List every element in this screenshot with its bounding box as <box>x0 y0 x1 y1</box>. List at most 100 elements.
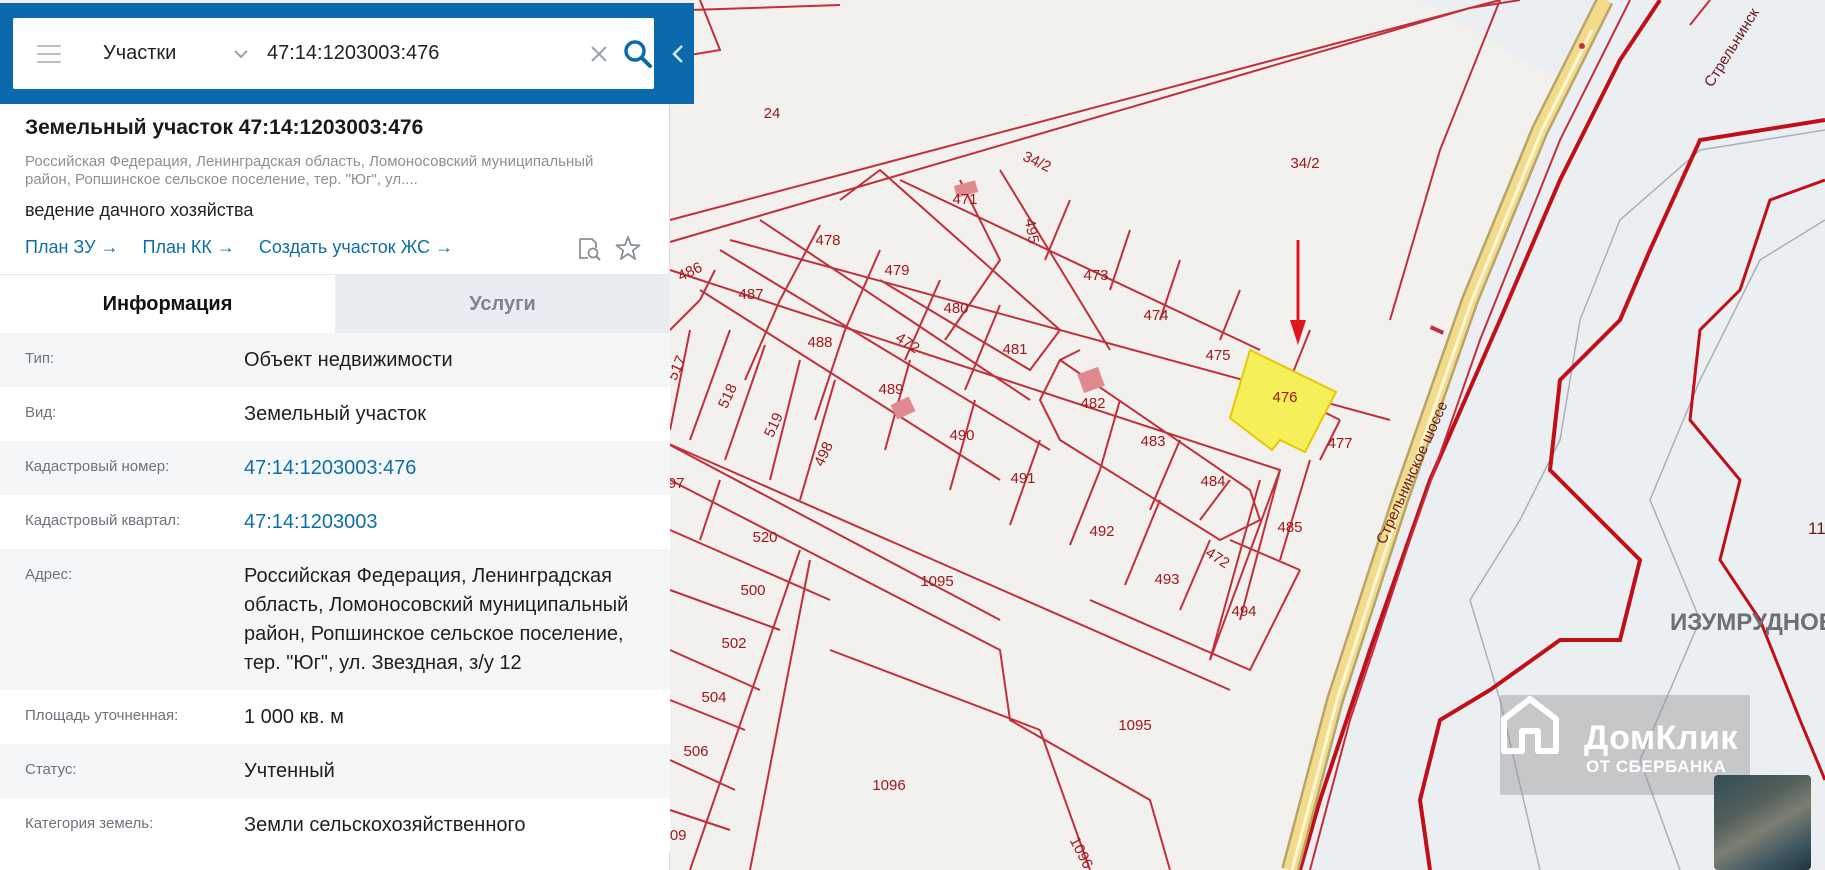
tab-info[interactable]: Информация <box>0 275 335 333</box>
info-row-type: Тип: Объект недвижимости <box>0 333 670 387</box>
edge-label: 11 <box>1808 519 1825 538</box>
chevron-down-icon[interactable] <box>233 46 249 62</box>
info-table: Тип: Объект недвижимости Вид: Земельный … <box>0 333 670 852</box>
info-key: Статус: <box>25 761 77 778</box>
object-card-panel: Земельный участок 47:14:1203003:476 Росс… <box>0 104 670 870</box>
plot-label: 481 <box>1002 341 1027 358</box>
info-row-land-category: Категория земель: Земли сельскохозяйстве… <box>0 798 670 852</box>
cadastral-number-link[interactable]: 47:14:1203003:476 <box>244 441 416 495</box>
search-icon[interactable] <box>623 39 653 69</box>
info-key: Адрес: <box>25 566 73 583</box>
info-value: Земельный участок <box>244 403 427 425</box>
info-value: Объект недвижимости <box>244 349 453 371</box>
plot-label: 500 <box>740 582 765 599</box>
info-key: Тип: <box>25 350 55 367</box>
plot-label: 519 <box>761 410 787 440</box>
card-address: Российская Федерация, Ленинградская обла… <box>25 153 594 188</box>
plot-label: 518 <box>715 381 741 411</box>
area-label: ИЗУМРУДНОЕ <box>1670 609 1825 636</box>
plot-label: 475 <box>1205 347 1230 364</box>
info-row-kind: Вид: Земельный участок <box>0 387 670 441</box>
plot-label: 1095 <box>1118 717 1151 734</box>
plot-label: 506 <box>683 743 708 760</box>
info-value: Учтенный <box>244 760 335 782</box>
search-input[interactable] <box>267 42 577 65</box>
plan-kk-link[interactable]: План КК → <box>143 237 235 258</box>
info-key: Категория земель: <box>25 815 154 832</box>
plot-label: 487 <box>738 286 763 303</box>
plot-label: 34/2 <box>1020 148 1054 176</box>
search-bar: Участки <box>0 3 694 104</box>
create-plot-label: Создать участок ЖС <box>258 237 431 257</box>
plot-label: 489 <box>878 381 903 398</box>
plot-label: 24 <box>764 105 781 122</box>
star-icon[interactable] <box>615 235 641 261</box>
info-key: Кадастровый номер: <box>25 458 170 475</box>
info-value: Земли сельскохозяйственного <box>244 814 526 836</box>
plan-zu-link[interactable]: План ЗУ → <box>25 237 119 258</box>
plot-label: 491 <box>1010 470 1035 487</box>
collapse-left-icon[interactable] <box>670 43 686 65</box>
app-root: 24 34/2 34/2 471 495 473 474 475 476 477 478 479 480… <box>0 0 1825 870</box>
search-box: Участки <box>13 18 654 89</box>
plot-label: 490 <box>949 427 974 444</box>
plot-label: 480 <box>943 300 968 317</box>
arrow-right-icon: → <box>435 237 454 257</box>
info-key: Вид: <box>25 404 57 421</box>
info-key: Кадастровый квартал: <box>25 512 181 529</box>
plot-label: 1096 <box>1066 834 1096 870</box>
watermark-title: ДомКлик <box>1584 719 1738 757</box>
watermark-subtitle: ОТ СБЕРБАНКА <box>1586 757 1727 776</box>
plot-label: 498 <box>811 439 837 469</box>
info-row-area: Площадь уточненная: 1 000 кв. м <box>0 690 670 744</box>
plot-label: 1096 <box>872 777 905 794</box>
arrow-right-icon: → <box>216 237 235 257</box>
create-plot-link[interactable]: Создать участок ЖС → <box>259 237 453 258</box>
plot-label: 477 <box>1327 435 1352 452</box>
card-permitted-use: ведение дачного хозяйства <box>25 200 254 220</box>
plot-label: 484 <box>1200 473 1225 490</box>
domclick-watermark: ДомКлик ОТ СБЕРБАНКА <box>1500 695 1750 795</box>
card-title: Земельный участок 47:14:1203003:476 <box>25 116 424 139</box>
tab-services[interactable]: Услуги <box>335 275 670 333</box>
plot-label: 1095 <box>920 573 953 590</box>
plot-label: 478 <box>815 232 840 249</box>
plot-label: 494 <box>1231 603 1256 620</box>
satellite-minimap[interactable] <box>1714 775 1811 870</box>
plot-label: 482 <box>1080 395 1105 412</box>
plot-label: 520 <box>752 529 777 546</box>
plot-labels: 24 34/2 34/2 471 495 473 474 475 476 477 478 479 480… <box>659 105 1352 870</box>
plot-label: 34/2 <box>1290 155 1319 172</box>
plot-label: 495 <box>1021 217 1042 245</box>
info-key: Площадь уточненная: <box>25 707 179 724</box>
plot-label: 472 <box>892 329 922 357</box>
plot-label: 471 <box>952 191 977 208</box>
info-row-cadastral-number: Кадастровый номер: 47:14:1203003:476 <box>0 441 670 495</box>
card-tabs: Информация Услуги <box>0 274 670 333</box>
plan-zu-label: План ЗУ <box>25 237 96 257</box>
plot-label: 488 <box>807 334 832 351</box>
info-row-address: Адрес: Российская Федерация, Ленинградск… <box>0 549 670 690</box>
plot-label: 479 <box>884 262 909 279</box>
info-value: Российская Федерация, Ленинградская обла… <box>244 565 629 674</box>
plot-label: 493 <box>1154 571 1179 588</box>
menu-icon[interactable] <box>37 44 61 63</box>
plan-kk-label: План КК <box>142 237 212 257</box>
clear-icon[interactable] <box>587 42 611 66</box>
domclick-logo-icon <box>1501 696 1559 754</box>
card-links: План ЗУ → План КК → Создать участок ЖС → <box>25 237 453 258</box>
info-row-status: Статус: Учтенный <box>0 744 670 798</box>
plot-label: 492 <box>1089 523 1114 540</box>
plot-label: 474 <box>1143 307 1168 324</box>
plot-label: 483 <box>1140 433 1165 450</box>
info-row-cadastral-quarter: Кадастровый квартал: 47:14:1203003 <box>0 495 670 549</box>
plot-label: 473 <box>1083 267 1108 284</box>
plot-label: 476 <box>1272 389 1297 406</box>
plot-label: 504 <box>701 689 726 706</box>
arrow-right-icon: → <box>100 237 119 257</box>
plot-label: 485 <box>1277 519 1302 536</box>
search-category-select[interactable]: Участки <box>103 42 223 65</box>
plot-label: 502 <box>721 635 746 652</box>
document-search-icon[interactable] <box>576 236 602 262</box>
cadastral-quarter-link[interactable]: 47:14:1203003 <box>244 495 377 549</box>
